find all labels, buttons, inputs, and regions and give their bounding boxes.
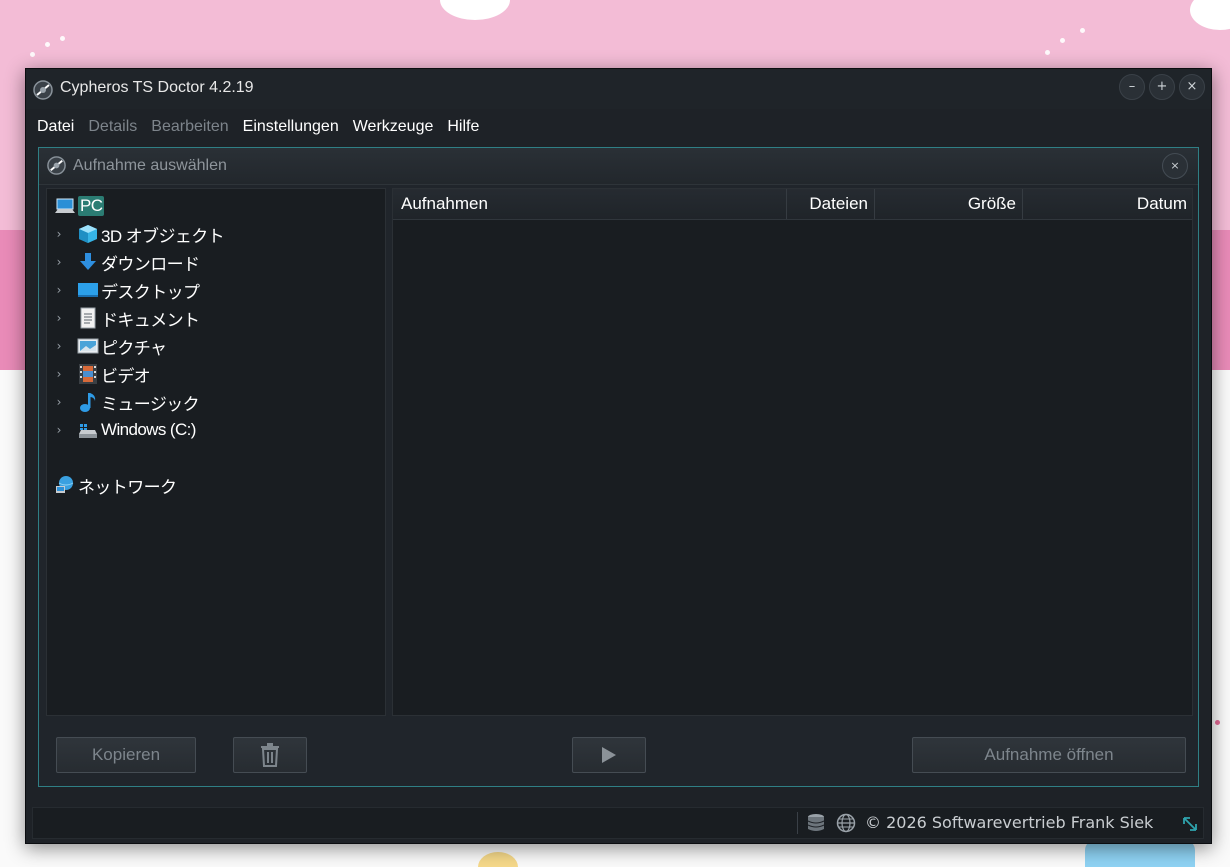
tree-label: ビデオ — [101, 366, 151, 386]
wallpaper-dot — [1080, 28, 1085, 33]
copyright-text: © 2026 Softwarevertrieb Frank Siek — [865, 813, 1154, 832]
delete-button[interactable] — [233, 737, 307, 773]
database-icon[interactable] — [806, 813, 826, 833]
wallpaper-dot — [1060, 38, 1065, 43]
pc-icon — [54, 195, 76, 217]
recordings-list[interactable]: Aufnahmen Dateien Größe Datum — [392, 188, 1193, 716]
menu-werkzeuge[interactable]: Werkzeuge — [346, 113, 441, 141]
menu-bar: Datei Details Bearbeiten Einstellungen W… — [26, 113, 486, 141]
status-bar: © 2026 Softwarevertrieb Frank Siek — [32, 807, 1204, 839]
tree-item-network[interactable]: ネットワーク — [54, 472, 177, 498]
tree-label: ミュージック — [101, 394, 200, 414]
menu-einstellungen[interactable]: Einstellungen — [236, 113, 346, 141]
tree-item-windows-drive[interactable]: › Windows (C:) — [53, 417, 197, 443]
copy-button[interactable]: Kopieren — [56, 737, 196, 773]
wallpaper-cloud — [1190, 0, 1230, 30]
tree-label: ドキュメント — [101, 310, 200, 330]
column-header-files[interactable]: Dateien — [787, 189, 875, 219]
music-icon — [77, 391, 99, 413]
chevron-right-icon[interactable]: › — [53, 339, 65, 353]
open-recording-button[interactable]: Aufnahme öffnen — [912, 737, 1186, 773]
chevron-right-icon[interactable]: › — [53, 255, 65, 269]
menu-hilfe[interactable]: Hilfe — [440, 113, 486, 141]
dialog-header: Aufnahme auswählen × — [39, 148, 1198, 185]
3d-objects-icon — [77, 223, 99, 245]
pictures-icon — [77, 335, 99, 357]
app-logo-icon — [33, 80, 53, 100]
drive-icon — [77, 419, 99, 441]
chevron-right-icon[interactable]: › — [53, 395, 65, 409]
tree-label: Windows (C:) — [101, 420, 196, 439]
window-controls: – + × — [1119, 74, 1205, 100]
document-icon — [77, 307, 99, 329]
tree-item-desktop[interactable]: › デスクトップ — [53, 277, 200, 303]
chevron-right-icon[interactable]: › — [53, 311, 65, 325]
column-header-recordings[interactable]: Aufnahmen — [393, 189, 787, 219]
status-separator — [797, 812, 798, 834]
play-button[interactable] — [572, 737, 646, 773]
tree-label: デスクトップ — [101, 282, 200, 302]
column-header-size[interactable]: Größe — [875, 189, 1023, 219]
tree-label: 3D オブジェクト — [101, 226, 225, 246]
globe-icon[interactable] — [836, 813, 856, 833]
dialog-close-button[interactable]: × — [1162, 153, 1188, 179]
column-header-date[interactable]: Datum — [1023, 189, 1193, 219]
tree-item-pictures[interactable]: › ピクチャ — [53, 333, 167, 359]
tree-label: ピクチャ — [101, 338, 167, 358]
main-window: Cypheros TS Doctor 4.2.19 – + × Datei De… — [25, 68, 1212, 844]
chevron-right-icon[interactable]: › — [53, 227, 65, 241]
download-icon — [77, 251, 99, 273]
list-header: Aufnahmen Dateien Größe Datum — [393, 189, 1192, 220]
minimize-button[interactable]: – — [1119, 74, 1145, 100]
tree-item-3d-objects[interactable]: › 3D オブジェクト — [53, 221, 225, 247]
chevron-right-icon[interactable]: › — [53, 283, 65, 297]
tree-label: PC — [78, 196, 105, 216]
tree-item-documents[interactable]: › ドキュメント — [53, 305, 200, 331]
trash-icon — [261, 743, 279, 767]
tree-label: ネットワーク — [78, 477, 177, 497]
wallpaper-dot — [1215, 720, 1220, 725]
maximize-button[interactable]: + — [1149, 74, 1175, 100]
resize-icon[interactable] — [1181, 815, 1199, 833]
wallpaper-dot — [45, 42, 50, 47]
wallpaper-dot — [1045, 50, 1050, 55]
network-icon — [54, 474, 76, 496]
tree-item-videos[interactable]: › ビデオ — [53, 361, 151, 387]
app-logo-icon — [47, 156, 66, 175]
tree-item-downloads[interactable]: › ダウンロード — [53, 249, 200, 275]
select-recording-dialog: Aufnahme auswählen × PC › 3D オブジェクト › ダウ… — [38, 147, 1199, 787]
chevron-right-icon[interactable]: › — [53, 423, 65, 437]
title-bar: Cypheros TS Doctor 4.2.19 – + × — [26, 69, 1211, 109]
chevron-right-icon[interactable]: › — [53, 367, 65, 381]
tree-item-music[interactable]: › ミュージック — [53, 389, 200, 415]
play-icon — [602, 747, 616, 763]
close-button[interactable]: × — [1179, 74, 1205, 100]
menu-bearbeiten[interactable]: Bearbeiten — [144, 113, 235, 141]
menu-details[interactable]: Details — [81, 113, 144, 141]
desktop-icon — [77, 279, 99, 301]
tree-item-pc[interactable]: PC — [54, 193, 105, 219]
window-title: Cypheros TS Doctor 4.2.19 — [60, 79, 254, 96]
wallpaper-dot — [30, 52, 35, 57]
dialog-title: Aufnahme auswählen — [73, 157, 227, 174]
tree-label: ダウンロード — [101, 254, 200, 274]
wallpaper-dot — [60, 36, 65, 41]
wallpaper-cloud — [440, 0, 510, 20]
menu-datei[interactable]: Datei — [26, 113, 81, 141]
folder-tree: PC › 3D オブジェクト › ダウンロード › デスクトップ › ドキュメン… — [46, 188, 386, 716]
video-icon — [77, 363, 99, 385]
